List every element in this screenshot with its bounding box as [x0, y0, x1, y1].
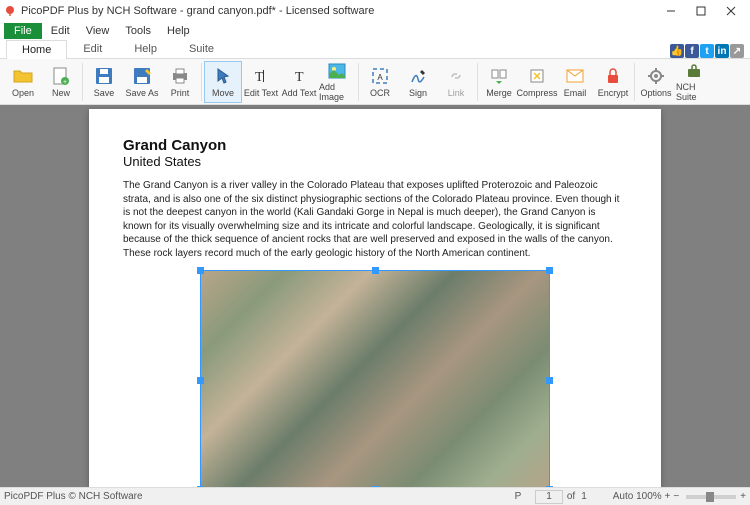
svg-text:T: T	[255, 70, 264, 85]
edittext-button[interactable]: TEdit Text	[242, 61, 280, 103]
status-bar: PicoPDF Plus © NCH Software P 1 of 1 Aut…	[0, 487, 750, 505]
svg-text:A: A	[377, 73, 383, 82]
addimage-button[interactable]: Add Image	[318, 61, 356, 103]
zoom-label[interactable]: Auto 100% +	[613, 491, 671, 502]
saveas-button[interactable]: Save As	[123, 61, 161, 103]
lock-icon	[603, 66, 623, 86]
zoom-plus[interactable]: +	[740, 491, 746, 502]
workspace[interactable]: Grand Canyon United States The Grand Can…	[0, 105, 750, 487]
suite-icon	[684, 62, 704, 80]
open-button[interactable]: Open	[4, 61, 42, 103]
tab-edit[interactable]: Edit	[67, 39, 118, 58]
sign-icon	[408, 66, 428, 86]
svg-text:+: +	[63, 79, 67, 85]
page-indicator: P	[515, 491, 522, 502]
ocr-button[interactable]: AOCR	[361, 61, 399, 103]
resize-handle-s[interactable]	[372, 486, 379, 487]
email-button[interactable]: Email	[556, 61, 594, 103]
merge-icon	[489, 66, 509, 86]
edit-text-icon: T	[251, 66, 271, 86]
page-total: 1	[581, 491, 587, 502]
linkedin-icon[interactable]: in	[715, 44, 729, 58]
gear-icon	[646, 66, 666, 86]
new-file-icon: +	[51, 66, 71, 86]
email-icon	[565, 66, 585, 86]
resize-handle-e[interactable]	[546, 377, 553, 384]
window-title: PicoPDF Plus by NCH Software - grand can…	[21, 5, 656, 17]
tab-home[interactable]: Home	[6, 40, 67, 59]
zoom-thumb[interactable]	[706, 492, 714, 502]
options-button[interactable]: Options	[637, 61, 675, 103]
share-icon[interactable]: ↗	[730, 44, 744, 58]
ribbon-toolbar: Open +New Save Save As Print Move TEdit …	[0, 59, 750, 105]
document-body[interactable]: The Grand Canyon is a river valley in th…	[123, 179, 627, 260]
compress-button[interactable]: Compress	[518, 61, 556, 103]
nchsuite-button[interactable]: NCH Suite	[675, 61, 713, 103]
facebook-icon[interactable]: f	[685, 44, 699, 58]
maximize-button[interactable]	[686, 1, 716, 21]
menu-edit[interactable]: Edit	[44, 23, 77, 39]
status-company: PicoPDF Plus © NCH Software	[4, 491, 143, 502]
file-tab[interactable]: File	[4, 23, 42, 39]
resize-handle-w[interactable]	[197, 377, 204, 384]
saveas-icon	[132, 66, 152, 86]
page-sep: of	[567, 491, 575, 502]
print-button[interactable]: Print	[161, 61, 199, 103]
tab-suite[interactable]: Suite	[173, 39, 230, 58]
menu-help[interactable]: Help	[160, 23, 197, 39]
tab-help[interactable]: Help	[118, 39, 173, 58]
add-text-icon: T	[289, 66, 309, 86]
print-icon	[170, 66, 190, 86]
zoom-minus[interactable]: −	[673, 491, 679, 502]
selected-image[interactable]	[200, 270, 550, 487]
menu-bar: File Edit View Tools Help	[0, 22, 750, 40]
menu-view[interactable]: View	[79, 23, 117, 39]
save-icon	[94, 66, 114, 86]
sign-button[interactable]: Sign	[399, 61, 437, 103]
save-button[interactable]: Save	[85, 61, 123, 103]
cursor-icon	[213, 66, 233, 86]
pdf-page[interactable]: Grand Canyon United States The Grand Can…	[89, 109, 661, 487]
app-icon	[4, 5, 16, 17]
close-button[interactable]	[716, 1, 746, 21]
page-current[interactable]: 1	[535, 490, 563, 504]
new-button[interactable]: +New	[42, 61, 80, 103]
resize-handle-ne[interactable]	[546, 267, 553, 274]
resize-handle-n[interactable]	[372, 267, 379, 274]
document-subtitle[interactable]: United States	[123, 154, 627, 169]
resize-handle-se[interactable]	[546, 486, 553, 487]
ribbon-tabs: Home Edit Help Suite 👍 f t in ↗	[0, 40, 750, 59]
like-icon[interactable]: 👍	[670, 44, 684, 58]
twitter-icon[interactable]: t	[700, 44, 714, 58]
ocr-icon: A	[370, 66, 390, 86]
social-icons: 👍 f t in ↗	[670, 44, 744, 58]
resize-handle-nw[interactable]	[197, 267, 204, 274]
move-button[interactable]: Move	[204, 61, 242, 103]
svg-text:T: T	[295, 70, 304, 85]
resize-handle-sw[interactable]	[197, 486, 204, 487]
encrypt-button[interactable]: Encrypt	[594, 61, 632, 103]
title-bar: PicoPDF Plus by NCH Software - grand can…	[0, 0, 750, 22]
addtext-button[interactable]: TAdd Text	[280, 61, 318, 103]
compress-icon	[527, 66, 547, 86]
link-icon	[446, 66, 466, 86]
document-title[interactable]: Grand Canyon	[123, 137, 627, 154]
menu-tools[interactable]: Tools	[118, 23, 158, 39]
minimize-button[interactable]	[656, 1, 686, 21]
link-button[interactable]: Link	[437, 61, 475, 103]
folder-open-icon	[13, 66, 33, 86]
zoom-slider[interactable]	[686, 495, 736, 499]
merge-button[interactable]: Merge	[480, 61, 518, 103]
add-image-icon	[327, 62, 347, 80]
